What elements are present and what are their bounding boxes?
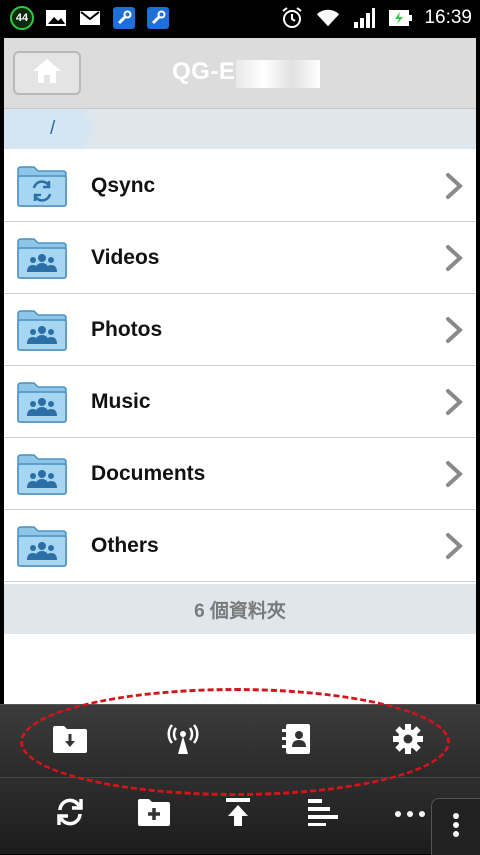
new-folder-button[interactable]: [124, 784, 184, 844]
status-bar: 44 16:39: [0, 0, 480, 38]
broadcast-icon: [166, 722, 200, 761]
overflow-menu-button[interactable]: [431, 798, 480, 855]
redacted-title-mask: [236, 60, 320, 88]
folder-label: Documents: [91, 462, 206, 485]
alarm-icon: [280, 6, 304, 30]
shared-folder-icon: [16, 308, 68, 357]
shared-folder-icon: [16, 452, 68, 501]
bottom-toolbar: [0, 777, 480, 855]
breadcrumb-root[interactable]: /: [4, 109, 94, 149]
folder-list: Qsync Videos Photos Music Documents Othe…: [4, 150, 476, 582]
contacts-button[interactable]: [266, 711, 326, 771]
notification-badge: 44: [10, 6, 34, 30]
new-folder-icon: [137, 797, 171, 832]
chevron-right-icon: [444, 316, 464, 349]
folder-label: Music: [91, 390, 151, 413]
sort-icon: [307, 797, 341, 832]
list-item[interactable]: Qsync: [4, 150, 476, 222]
wrench-icon: [146, 6, 170, 30]
home-icon: [31, 57, 63, 90]
gmail-icon: [78, 6, 102, 30]
shared-folder-icon: [16, 236, 68, 285]
chevron-right-icon: [444, 172, 464, 205]
chevron-right-icon: [444, 460, 464, 493]
folder-label: Others: [91, 534, 159, 557]
wifi-icon: [316, 6, 340, 30]
folder-label: Videos: [91, 246, 160, 269]
menu-icon: [452, 812, 460, 843]
refresh-button[interactable]: [40, 784, 100, 844]
more-icon: [394, 805, 426, 823]
list-item[interactable]: Music: [4, 366, 476, 438]
wrench-icon: [112, 6, 136, 30]
list-item[interactable]: Others: [4, 510, 476, 582]
page-title: QG-E: [172, 58, 236, 85]
upload-icon: [225, 797, 251, 832]
folder-label: Photos: [91, 318, 163, 341]
folder-label: Qsync: [91, 174, 156, 197]
settings-button[interactable]: [378, 711, 438, 771]
upload-button[interactable]: [208, 784, 268, 844]
refresh-icon: [54, 796, 86, 833]
chevron-right-icon: [444, 244, 464, 277]
contacts-icon: [281, 723, 311, 760]
shared-folder-icon: [16, 380, 68, 429]
broadcast-button[interactable]: [153, 711, 213, 771]
list-item[interactable]: Photos: [4, 294, 476, 366]
download-folder-button[interactable]: [40, 711, 100, 771]
image-icon: [44, 6, 68, 30]
battery-charging-icon: [388, 6, 413, 30]
list-item[interactable]: Documents: [4, 438, 476, 510]
action-toolbar: [0, 704, 480, 777]
home-button[interactable]: [13, 51, 81, 95]
sync-folder-icon: [16, 164, 68, 213]
clock: 16:39: [424, 7, 472, 28]
breadcrumb: /: [4, 109, 476, 149]
list-item[interactable]: Videos: [4, 222, 476, 294]
download-folder-icon: [52, 724, 88, 759]
signal-icon: [352, 6, 376, 30]
chevron-right-icon: [444, 532, 464, 565]
sort-button[interactable]: [294, 784, 354, 844]
folder-count: 6 個資料夾: [4, 584, 476, 634]
shared-folder-icon: [16, 524, 68, 573]
chevron-right-icon: [444, 388, 464, 421]
settings-icon: [392, 723, 424, 760]
title-bar: QG-E: [4, 38, 476, 109]
